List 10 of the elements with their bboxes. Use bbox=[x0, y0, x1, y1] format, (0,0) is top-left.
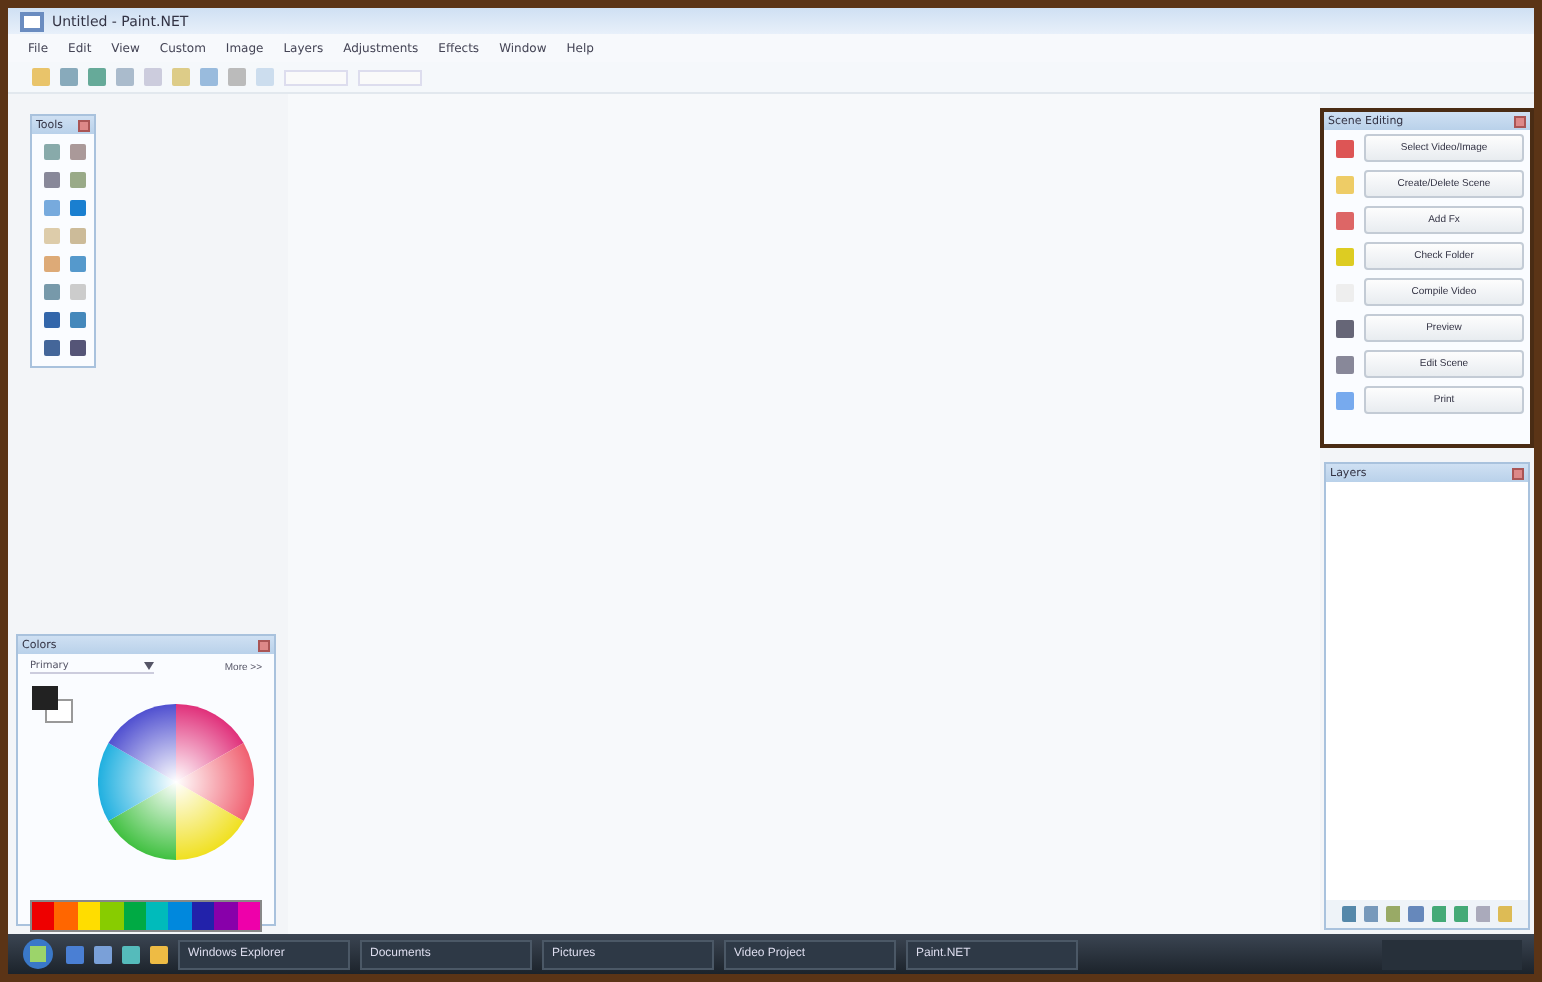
caret-icon bbox=[144, 662, 154, 670]
system-tray bbox=[1382, 939, 1522, 969]
color-wheel[interactable] bbox=[98, 704, 254, 860]
close-icon[interactable] bbox=[1514, 115, 1526, 127]
primary-color-swatch[interactable] bbox=[30, 684, 74, 724]
close-icon[interactable] bbox=[78, 119, 90, 131]
start-button[interactable] bbox=[20, 938, 56, 970]
close-icon[interactable] bbox=[1512, 467, 1524, 479]
color-palette[interactable] bbox=[30, 900, 262, 932]
close-icon[interactable] bbox=[258, 639, 270, 651]
